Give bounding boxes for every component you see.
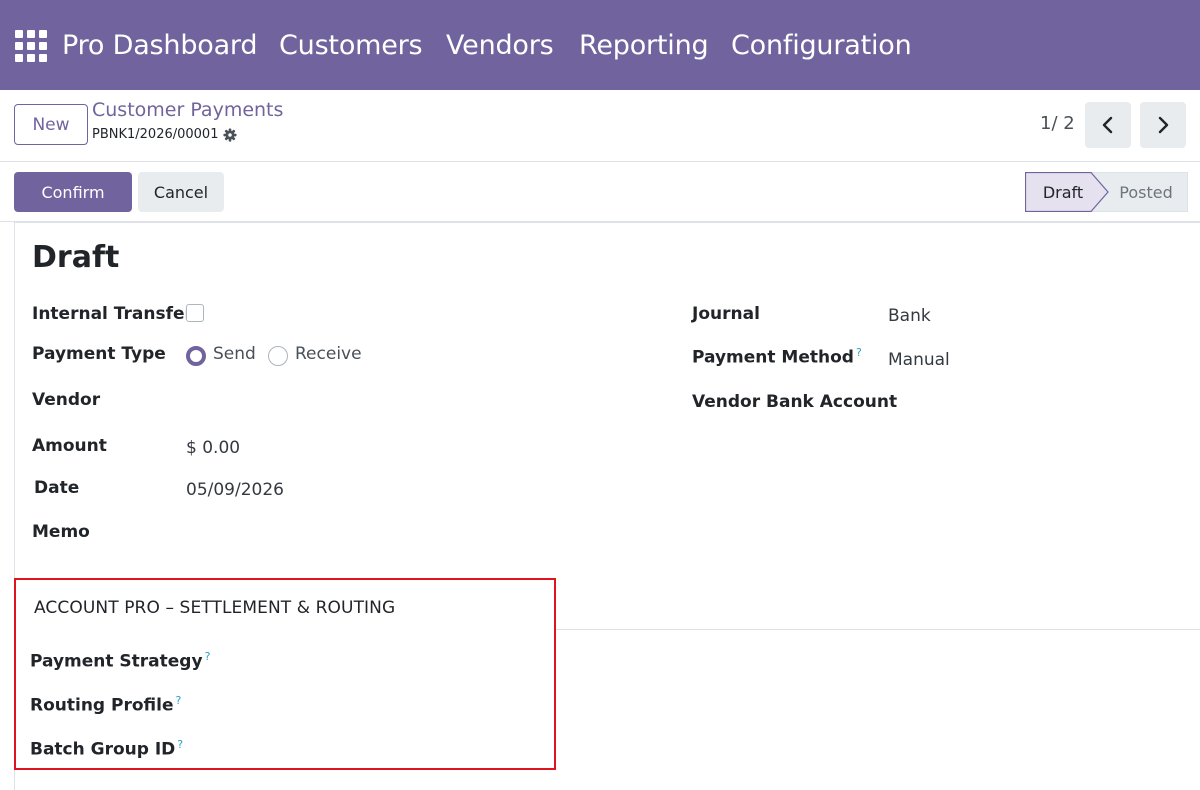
chevron-right-icon xyxy=(1158,116,1169,134)
control-panel: New Customer Payments PBNK1/2026/00001 1… xyxy=(0,90,1200,162)
payment-method-label: Payment Method? xyxy=(692,346,862,368)
top-navbar: Pro Dashboard Customers Vendors Reportin… xyxy=(0,0,1200,90)
internal-transfer-checkbox[interactable] xyxy=(186,304,204,322)
confirm-button[interactable]: Confirm xyxy=(14,172,132,212)
batch-group-id-label-text: Batch Group ID xyxy=(30,739,176,760)
section-title: ACCOUNT PRO – SETTLEMENT & ROUTING xyxy=(34,598,396,618)
memo-field[interactable] xyxy=(186,520,506,544)
grid-icon[interactable] xyxy=(15,30,48,63)
date-field[interactable]: 05/09/2026 xyxy=(186,480,284,500)
help-tooltip-icon[interactable]: ? xyxy=(176,694,182,707)
amount-label: Amount xyxy=(32,436,107,456)
pager-previous-button[interactable] xyxy=(1085,102,1131,148)
pager-value[interactable]: 1/ 2 xyxy=(1040,113,1075,134)
section-divider xyxy=(556,629,1200,630)
routing-profile-field[interactable] xyxy=(200,692,520,716)
payment-type-send-label[interactable]: Send xyxy=(213,344,256,364)
amount-field[interactable]: $ 0.00 xyxy=(186,438,240,458)
payment-type-label: Payment Type xyxy=(32,344,166,364)
nav-reporting[interactable]: Reporting xyxy=(579,28,709,64)
help-tooltip-icon[interactable]: ? xyxy=(856,346,862,359)
payment-strategy-label-text: Payment Strategy xyxy=(30,651,203,672)
payment-strategy-label: Payment Strategy? xyxy=(30,650,210,672)
vendor-field[interactable] xyxy=(186,388,506,412)
nav-vendors[interactable]: Vendors xyxy=(446,28,554,64)
vendor-bank-account-field[interactable] xyxy=(888,390,1178,414)
journal-label: Journal xyxy=(692,304,760,324)
cancel-button[interactable]: Cancel xyxy=(138,172,224,212)
nav-configuration[interactable]: Configuration xyxy=(731,28,912,64)
payment-method-label-text: Payment Method xyxy=(692,347,854,368)
payment-strategy-field[interactable] xyxy=(200,648,520,672)
vendor-label: Vendor xyxy=(32,390,101,410)
nav-customers[interactable]: Customers xyxy=(279,28,423,64)
journal-field[interactable]: Bank xyxy=(888,306,931,326)
date-label: Date xyxy=(34,478,80,498)
pager-next-button[interactable] xyxy=(1140,102,1186,148)
payment-type-receive-label[interactable]: Receive xyxy=(295,344,362,364)
status-bar: Confirm Cancel Draft Posted xyxy=(0,162,1200,222)
internal-transfer-label: Internal Transfer xyxy=(32,304,193,324)
stage-pipeline: Draft Posted xyxy=(1025,172,1188,212)
batch-group-id-label: Batch Group ID? xyxy=(30,738,183,760)
record-reference-text: PBNK1/2026/00001 xyxy=(92,127,219,142)
payment-type-receive-radio[interactable] xyxy=(268,346,288,366)
memo-label: Memo xyxy=(32,522,90,542)
stage-draft-label: Draft xyxy=(1043,183,1083,202)
routing-profile-label: Routing Profile? xyxy=(30,694,181,716)
nav-pro-dashboard[interactable]: Pro Dashboard xyxy=(62,28,258,64)
new-button[interactable]: New xyxy=(14,104,88,145)
batch-group-id-field[interactable] xyxy=(200,736,520,760)
help-tooltip-icon[interactable]: ? xyxy=(177,738,183,751)
stage-posted-label: Posted xyxy=(1119,183,1172,202)
breadcrumb-customer-payments[interactable]: Customer Payments xyxy=(92,99,283,121)
record-reference: PBNK1/2026/00001 xyxy=(92,127,238,142)
chevron-left-icon xyxy=(1102,116,1113,134)
gear-icon[interactable] xyxy=(223,127,238,142)
page-title: Draft xyxy=(32,240,120,275)
payment-type-send-radio[interactable] xyxy=(186,346,206,366)
routing-profile-label-text: Routing Profile xyxy=(30,695,174,716)
payment-method-field[interactable]: Manual xyxy=(888,350,950,370)
vendor-bank-account-label: Vendor Bank Account xyxy=(692,392,898,412)
